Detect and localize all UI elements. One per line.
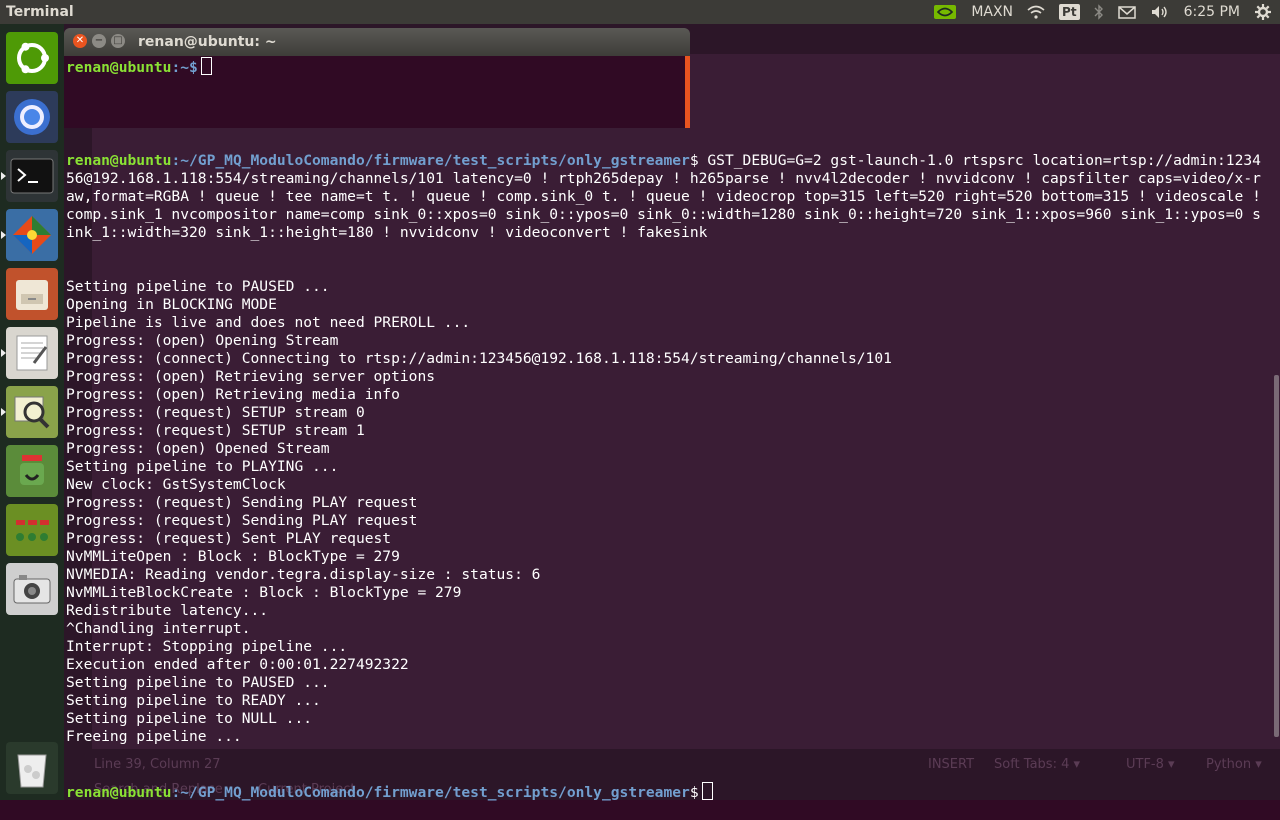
small-terminal-title: renan@ubuntu: ~ [138,34,277,50]
ubuntu-logo-icon [17,42,49,74]
output-line: Execution ended after 0:00:01.227492322 [66,656,409,673]
image-viewer-button[interactable] [1,386,58,438]
output-line: Pipeline is live and does not need PRERO… [66,314,471,331]
close-icon[interactable]: ✕ [73,34,87,48]
git-diamond-icon [13,216,51,254]
output-line: Progress: (open) Opening Stream [66,332,339,349]
output-line: NVMEDIA: Reading vendor.tegra.display-si… [66,566,541,583]
app-title: Terminal [6,4,74,20]
small-terminal-window[interactable]: ✕ − □ renan@ubuntu: ~ renan@ubuntu:~$ [64,28,690,128]
output-line: Progress: (open) Opened Stream [66,440,330,457]
text-editor-button[interactable] [1,327,58,379]
terminal-scrollbar[interactable] [1274,375,1279,737]
camera-button[interactable] [6,563,58,615]
gpu-mode-label[interactable]: MAXN [971,4,1013,20]
mail-icon[interactable] [1117,5,1136,19]
output-line: ^Chandling interrupt. [66,620,251,637]
output-lines: Setting pipeline to PAUSED ... Opening in… [66,278,1266,746]
output-line: Progress: (open) Retrieving server optio… [66,368,436,385]
output-line: Interrupt: Stopping pipeline ... [66,638,348,655]
input-method-badge[interactable]: Pt [1059,4,1080,20]
final-prompt-line: renan@ubuntu:~/GP_MQ_ModuloComando/firmw… [66,782,1266,802]
output-line: Setting pipeline to READY ... [66,692,321,709]
command-line: renan@ubuntu:~/GP_MQ_ModuloComando/firmw… [66,152,1266,242]
output-line: Freeing pipeline ... [66,728,242,745]
camera-icon [13,575,51,604]
prompt-path: :~/GP_MQ_ModuloComando/firmware/test_scr… [171,152,690,169]
pidgin-button[interactable] [6,445,58,497]
output-line: NvMMLiteOpen : Block : BlockType = 279 [66,548,400,565]
terminal-output[interactable]: renan@ubuntu:~/GP_MQ_ModuloComando/firmw… [66,116,1266,820]
output-line: Opening in BLOCKING MODE [66,296,277,313]
file-cabinet-icon [16,280,48,310]
files-button[interactable] [6,268,58,320]
chromium-icon [14,99,50,135]
output-line: Progress: (connect) Connecting to rtsp:/… [66,350,892,367]
output-line: Progress: (request) Sending PLAY request [66,494,418,511]
magnifier-icon [14,396,50,429]
clock-label[interactable]: 6:25 PM [1184,4,1240,20]
output-line: Setting pipeline to PAUSED ... [66,278,330,295]
output-line: New clock: GstSystemClock [66,476,286,493]
indicator-area: MAXN Pt 6:25 PM [933,3,1280,21]
terminal-cursor [701,782,713,800]
bluetooth-icon[interactable] [1094,4,1104,20]
pidgin-icon [20,455,44,485]
output-line: Redistribute latency... [66,602,269,619]
chromium-button[interactable] [6,91,58,143]
small-prompt-path: :~$ [171,59,198,76]
launcher [0,24,64,800]
small-prompt-user: renan@ubuntu [66,59,172,76]
small-terminal-cursor [200,57,212,75]
terminal-icon [10,158,54,194]
trash-button[interactable] [6,742,58,794]
final-prompt-path: :~/GP_MQ_ModuloComando/firmware/test_scr… [171,784,690,801]
output-line: Progress: (open) Retrieving media info [66,386,400,403]
app-grid-button[interactable] [6,504,58,556]
output-line: NvMMLiteBlockCreate : Block : BlockType … [66,584,462,601]
small-terminal-titlebar[interactable]: ✕ − □ renan@ubuntu: ~ [64,28,690,56]
git-gui-button[interactable] [1,209,58,261]
ubuntu-dash-button[interactable] [6,32,58,84]
volume-icon[interactable] [1150,4,1170,20]
final-prompt-sign: $ [689,784,699,801]
minimize-icon[interactable]: − [92,34,106,48]
top-panel: Terminal MAXN Pt 6:25 PM [0,0,1280,24]
maximize-icon[interactable]: □ [111,34,125,48]
output-line: Progress: (request) SETUP stream 1 [66,422,365,439]
trash-icon [17,754,47,788]
text-editor-icon [16,335,48,371]
output-line: Progress: (request) Sending PLAY request [66,512,418,529]
nvidia-icon[interactable] [933,4,957,20]
terminal-button[interactable] [1,150,58,202]
grid-icon [16,520,49,541]
output-line: Progress: (request) SETUP stream 0 [66,404,365,421]
prompt-user: renan@ubuntu [66,152,172,169]
output-line: Setting pipeline to PAUSED ... [66,674,330,691]
wifi-icon[interactable] [1027,5,1045,19]
output-line: Progress: (request) Sent PLAY request [66,530,392,547]
output-line: Setting pipeline to NULL ... [66,710,313,727]
final-prompt-user: renan@ubuntu [66,784,172,801]
gear-icon[interactable] [1254,3,1272,21]
output-line: Setting pipeline to PLAYING ... [66,458,339,475]
